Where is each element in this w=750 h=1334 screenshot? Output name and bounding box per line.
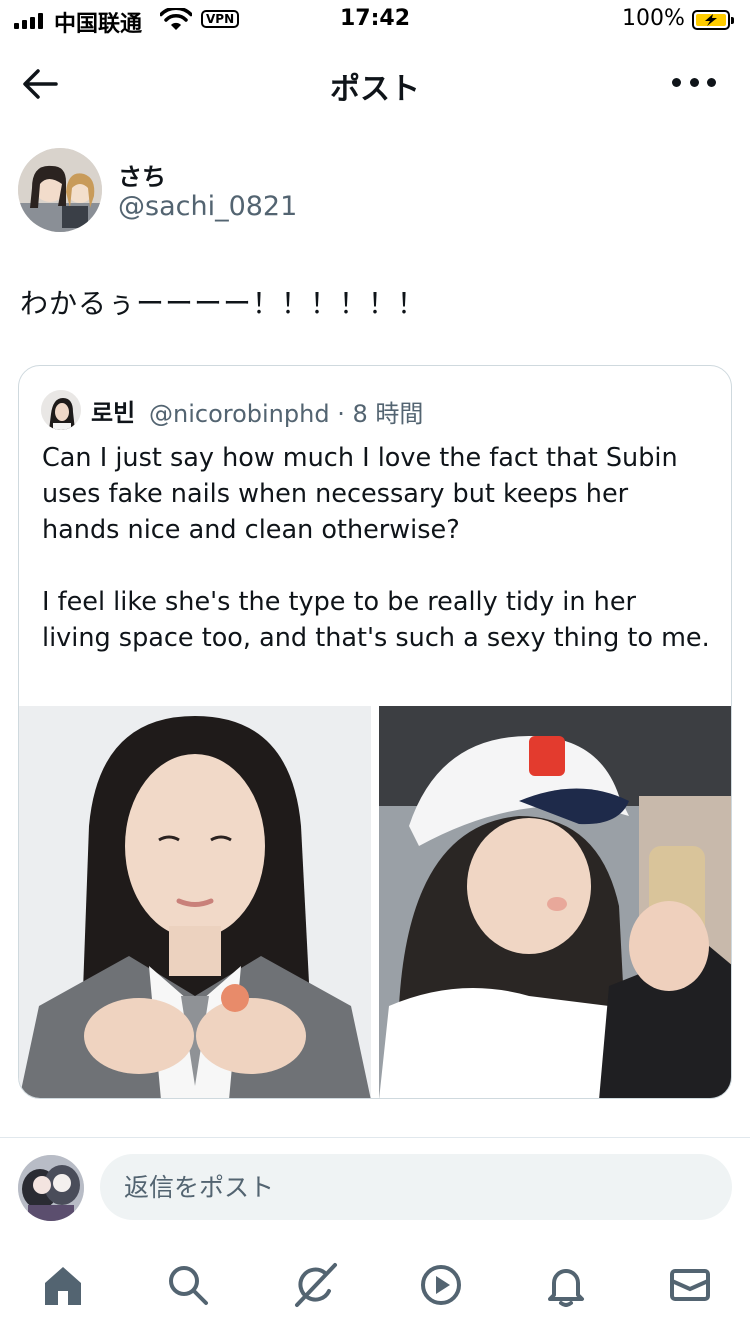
quoted-post[interactable]: 로빈 @nicorobinphd · 8 時間 Can I just say h…	[18, 365, 732, 1099]
quote-paragraph: Can I just say how much I love the fact …	[42, 443, 678, 545]
battery-icon	[692, 10, 734, 30]
page-title: ポスト	[330, 72, 420, 107]
author-name[interactable]: さち	[118, 157, 166, 192]
more-options-button[interactable]	[672, 78, 716, 90]
post-text: わかるぅーーーー！！！！！！	[20, 287, 427, 320]
grok-icon	[295, 1263, 337, 1307]
reply-input[interactable]	[100, 1154, 732, 1220]
mail-icon	[670, 1269, 710, 1301]
more-horizontal-icon	[672, 78, 681, 87]
status-bar: 中国联通 VPN 17:42 100%	[0, 0, 750, 40]
quote-photo-left[interactable]	[19, 706, 371, 1098]
tab-notifications[interactable]	[541, 1260, 591, 1310]
tab-video[interactable]	[416, 1260, 466, 1310]
tab-home[interactable]	[38, 1260, 88, 1310]
quote-photo-right[interactable]	[379, 706, 731, 1098]
quote-text: Can I just say how much I love the fact …	[42, 440, 712, 656]
current-user-avatar	[18, 1155, 84, 1221]
author-avatar[interactable]	[18, 148, 102, 232]
divider	[0, 1137, 750, 1138]
quote-author-avatar	[41, 390, 81, 430]
tab-search[interactable]	[163, 1260, 213, 1310]
video-play-icon	[421, 1265, 461, 1305]
top-navigation: ポスト	[0, 52, 750, 116]
bell-icon	[548, 1269, 584, 1307]
author-handle[interactable]: @sachi_0821	[118, 191, 297, 222]
tab-messages[interactable]	[665, 1260, 715, 1310]
tab-grok[interactable]	[290, 1260, 340, 1310]
home-icon	[45, 1267, 81, 1305]
quote-author-handle-time: @nicorobinphd · 8 時間	[149, 400, 424, 428]
battery-percentage: 100%	[622, 6, 685, 31]
quote-paragraph: I feel like she's the type to be really …	[42, 587, 710, 653]
search-icon	[169, 1266, 208, 1305]
quote-author-name: 로빈	[91, 399, 136, 427]
